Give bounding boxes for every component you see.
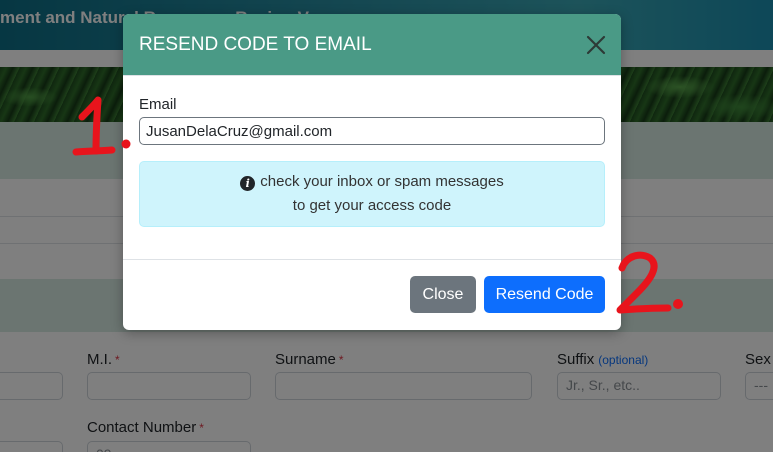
resend-code-button[interactable]: Resend Code bbox=[484, 276, 605, 313]
info-icon: i bbox=[240, 176, 256, 191]
alert-text-1: check your inbox or spam messages bbox=[260, 173, 504, 190]
close-button[interactable]: Close bbox=[410, 276, 476, 313]
modal-footer-divider bbox=[123, 259, 621, 260]
email-input[interactable] bbox=[139, 117, 605, 145]
close-icon[interactable] bbox=[585, 34, 607, 56]
info-alert: i check your inbox or spam messages to ge… bbox=[139, 161, 605, 227]
annotation-mark-1 bbox=[72, 96, 131, 156]
modal-title: RESEND CODE TO EMAIL bbox=[139, 34, 372, 55]
annotation-mark-2 bbox=[616, 251, 683, 314]
alert-line-2: to get your access code bbox=[292, 197, 452, 214]
email-label: Email bbox=[139, 96, 177, 113]
modal-header: RESEND CODE TO EMAIL bbox=[123, 14, 621, 76]
resend-code-modal: RESEND CODE TO EMAIL Email i check your i… bbox=[123, 14, 621, 330]
alert-line-1: i check your inbox or spam messages bbox=[140, 170, 604, 194]
